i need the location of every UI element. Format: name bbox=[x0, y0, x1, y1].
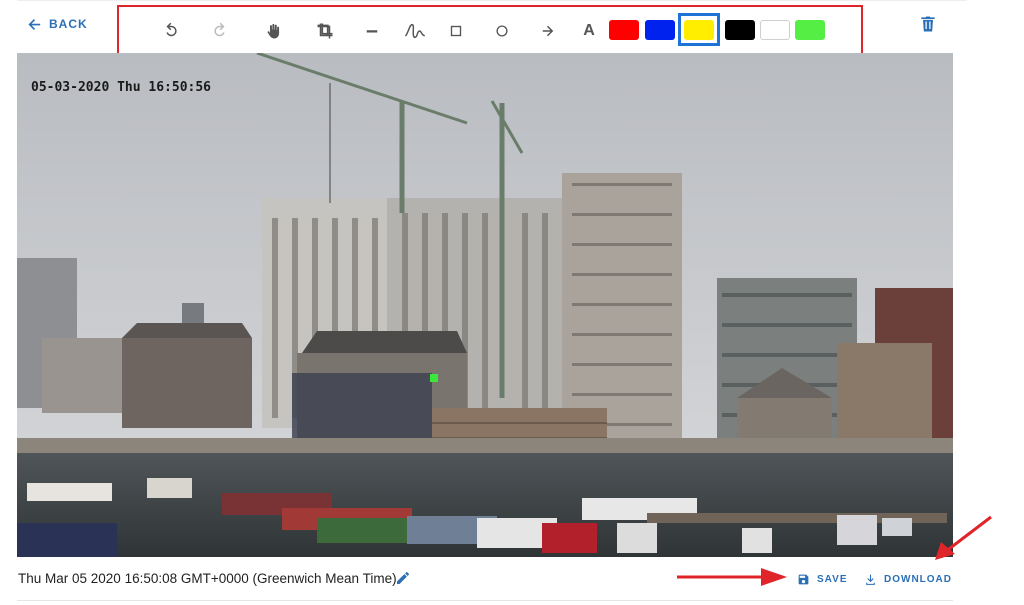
color-swatch-black[interactable] bbox=[725, 20, 755, 40]
pan-hand-icon bbox=[267, 23, 280, 39]
edit-datetime-button[interactable] bbox=[395, 570, 411, 586]
color-swatch-yellow[interactable] bbox=[684, 20, 714, 40]
rectangle-icon bbox=[450, 25, 462, 37]
annotation-toolbar: A bbox=[117, 5, 863, 56]
arrow-icon bbox=[542, 25, 554, 37]
color-swatch-red[interactable] bbox=[609, 20, 639, 40]
construction-site-photo bbox=[17, 53, 953, 557]
download-button[interactable]: DOWNLOAD bbox=[864, 570, 952, 588]
save-label: SAVE bbox=[817, 573, 848, 585]
arrow-left-icon bbox=[28, 18, 41, 30]
color-swatch-blue[interactable] bbox=[645, 20, 675, 40]
freehand-icon bbox=[405, 23, 425, 39]
download-icon bbox=[866, 574, 875, 585]
floppy-disk-icon bbox=[798, 574, 809, 584]
bottom-divider bbox=[17, 600, 953, 601]
freehand-tool-button[interactable] bbox=[402, 19, 428, 43]
redo-icon bbox=[214, 22, 225, 37]
arrow-tool-button[interactable] bbox=[536, 19, 560, 43]
undo-button[interactable] bbox=[159, 19, 183, 43]
image-editor: BACK A 05-03-2020 Thu 16:50:56 Thu Mar 0… bbox=[0, 0, 1024, 605]
back-label: BACK bbox=[49, 17, 88, 31]
timestamp-overlay: 05-03-2020 Thu 16:50:56 bbox=[31, 80, 212, 95]
line-icon bbox=[366, 30, 378, 33]
redo-button[interactable] bbox=[208, 19, 232, 43]
delete-button[interactable] bbox=[918, 14, 938, 34]
line-tool-button[interactable] bbox=[360, 19, 384, 43]
rectangle-tool-button[interactable] bbox=[444, 19, 468, 43]
pan-button[interactable] bbox=[261, 19, 285, 43]
save-button[interactable]: SAVE bbox=[797, 570, 848, 588]
back-button[interactable]: BACK bbox=[28, 14, 88, 34]
download-label: DOWNLOAD bbox=[884, 573, 952, 585]
circle-tool-button[interactable] bbox=[490, 19, 514, 43]
top-divider bbox=[17, 0, 967, 1]
circle-icon bbox=[496, 25, 508, 37]
capture-datetime: Thu Mar 05 2020 16:50:08 GMT+0000 (Green… bbox=[18, 571, 397, 586]
text-tool-button[interactable]: A bbox=[577, 19, 601, 43]
red-arrow-to-save bbox=[677, 568, 787, 586]
crop-icon bbox=[317, 23, 333, 39]
trash-icon bbox=[921, 16, 935, 32]
camera-image[interactable]: 05-03-2020 Thu 16:50:56 bbox=[17, 53, 953, 557]
annotation-marker[interactable] bbox=[430, 374, 438, 382]
pencil-icon bbox=[397, 571, 410, 584]
text-tool-label: A bbox=[583, 22, 595, 39]
crop-button[interactable] bbox=[313, 19, 337, 43]
color-swatch-white[interactable] bbox=[760, 20, 790, 40]
color-swatch-green[interactable] bbox=[795, 20, 825, 40]
undo-icon bbox=[166, 22, 177, 37]
